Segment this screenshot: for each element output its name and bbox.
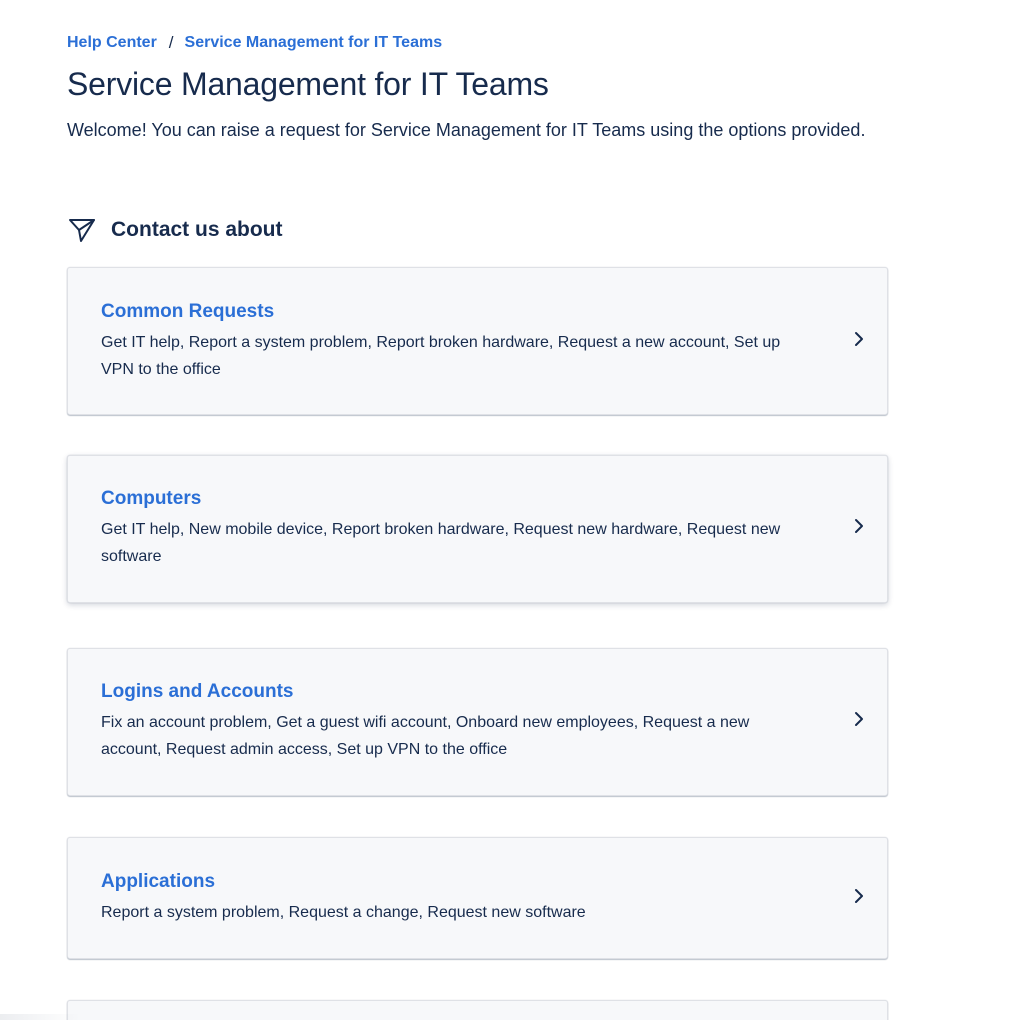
- card-description: Get IT help, New mobile device, Report b…: [101, 521, 781, 565]
- chevron-right-icon[interactable]: [851, 518, 867, 534]
- breadcrumb-current-link[interactable]: Service Management for IT Teams: [185, 34, 443, 52]
- breadcrumb-separator: /: [168, 33, 174, 52]
- contact-us-heading: Contact us about: [111, 218, 283, 241]
- breadcrumb-help-center-link[interactable]: Help Center: [67, 34, 157, 52]
- card-partial[interactable]: [67, 1000, 888, 1020]
- contact-us-section-heading: Contact us about: [67, 215, 283, 245]
- welcome-message: Welcome! You can raise a request for Ser…: [67, 120, 866, 140]
- card-description: Report a system problem, Request a chang…: [101, 904, 586, 921]
- breadcrumb: Help Center / Service Management for IT …: [67, 33, 442, 53]
- chevron-right-icon[interactable]: [851, 888, 867, 904]
- card-title[interactable]: Common Requests: [101, 301, 274, 323]
- card-description: Fix an account problem, Get a guest wifi…: [101, 714, 750, 758]
- card-computers[interactable]: Computers Get IT help, New mobile device…: [67, 455, 888, 603]
- chevron-right-icon[interactable]: [851, 711, 867, 727]
- card-common-requests[interactable]: Common Requests Get IT help, Report a sy…: [67, 267, 888, 415]
- card-title[interactable]: Computers: [101, 488, 201, 510]
- card-logins-and-accounts[interactable]: Logins and Accounts Fix an account probl…: [67, 648, 888, 796]
- send-icon: [67, 215, 97, 245]
- card-title[interactable]: Logins and Accounts: [101, 681, 293, 703]
- page-title: Service Management for IT Teams: [67, 66, 549, 102]
- scroll-shadow: [0, 1014, 80, 1020]
- card-title[interactable]: Applications: [101, 871, 215, 893]
- chevron-right-icon[interactable]: [851, 331, 867, 347]
- card-description: Get IT help, Report a system problem, Re…: [101, 334, 781, 378]
- card-applications[interactable]: Applications Report a system problem, Re…: [67, 837, 888, 959]
- help-center-page: Help Center / Service Management for IT …: [0, 0, 1016, 1020]
